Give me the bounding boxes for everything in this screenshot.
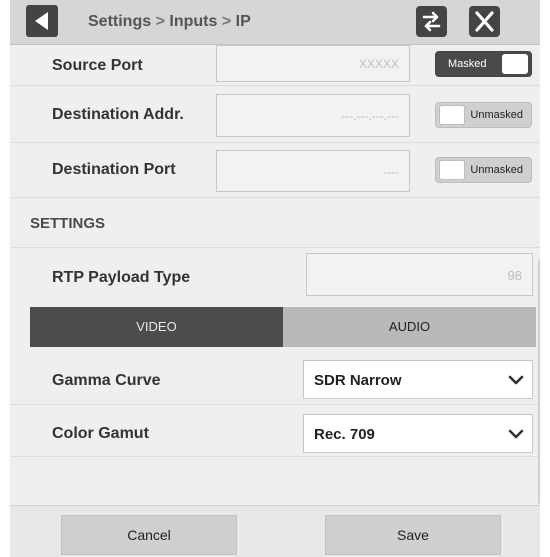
scrollbar[interactable]: [538, 258, 540, 506]
toggle-label: Masked: [448, 58, 487, 70]
gamma-curve-select[interactable]: SDR Narrow: [303, 360, 533, 399]
color-gamut-value: Rec. 709: [314, 426, 375, 443]
settings-section-header: SETTINGS: [10, 198, 540, 248]
chevron-down-icon: [508, 429, 524, 439]
section-title: SETTINGS: [30, 215, 106, 232]
gamma-curve-row: Gamma Curve SDR Narrow: [10, 355, 540, 405]
toggle-knob: [502, 54, 528, 74]
footer-bar: Cancel Save: [10, 505, 540, 557]
tab-audio[interactable]: AUDIO: [283, 307, 536, 347]
source-port-label: Source Port: [52, 57, 143, 74]
destination-port-mask-toggle[interactable]: Unmasked: [435, 157, 532, 183]
close-x-icon: [475, 11, 494, 32]
color-gamut-label: Color Gamut: [52, 425, 149, 442]
close-button[interactable]: [469, 6, 500, 37]
rtp-payload-label: RTP Payload Type: [52, 269, 191, 286]
toggle-label: Unmasked: [470, 164, 523, 176]
tab-video[interactable]: VIDEO: [30, 307, 283, 347]
cancel-button[interactable]: Cancel: [61, 515, 237, 555]
breadcrumb-ip: IP: [235, 13, 251, 30]
breadcrumb-settings[interactable]: Settings: [88, 13, 151, 30]
header-bar: Settings > Inputs > IP: [10, 0, 540, 45]
rtp-payload-field[interactable]: 98: [306, 253, 533, 296]
destination-addr-mask-toggle[interactable]: Unmasked: [435, 102, 532, 128]
breadcrumb-inputs[interactable]: Inputs: [169, 13, 217, 30]
color-gamut-row: Color Gamut Rec. 709: [10, 405, 540, 457]
settings-panel: Settings > Inputs > IP Source Port XXXXX…: [10, 0, 540, 557]
destination-port-field[interactable]: ----: [216, 150, 410, 192]
breadcrumb: Settings > Inputs > IP: [88, 13, 251, 31]
chevron-down-icon: [508, 375, 524, 385]
gamma-curve-label: Gamma Curve: [52, 372, 161, 389]
source-port-row: Source Port XXXXX Masked: [10, 45, 540, 86]
back-button[interactable]: [26, 5, 58, 37]
source-port-mask-toggle[interactable]: Masked: [435, 51, 532, 77]
breadcrumb-separator: >: [155, 13, 165, 30]
destination-port-label: Destination Port: [52, 161, 176, 178]
rtp-payload-row: RTP Payload Type 98: [10, 248, 540, 303]
swap-arrows-icon: [422, 11, 441, 32]
gamma-curve-value: SDR Narrow: [314, 372, 402, 389]
breadcrumb-separator: >: [221, 13, 232, 30]
toggle-knob: [439, 160, 465, 180]
triangle-left-icon: [35, 12, 48, 30]
destination-port-row: Destination Port ---- Unmasked: [10, 143, 540, 198]
toggle-knob: [439, 105, 465, 125]
destination-addr-field[interactable]: ---.---.---.---: [216, 94, 410, 137]
destination-addr-label: Destination Addr.: [52, 106, 184, 123]
toggle-label: Unmasked: [470, 109, 523, 121]
color-gamut-select[interactable]: Rec. 709: [303, 414, 533, 453]
save-button[interactable]: Save: [325, 515, 501, 555]
swap-button[interactable]: [416, 6, 447, 37]
source-port-field[interactable]: XXXXX: [216, 45, 410, 82]
destination-addr-row: Destination Addr. ---.---.---.--- Unmask…: [10, 86, 540, 143]
